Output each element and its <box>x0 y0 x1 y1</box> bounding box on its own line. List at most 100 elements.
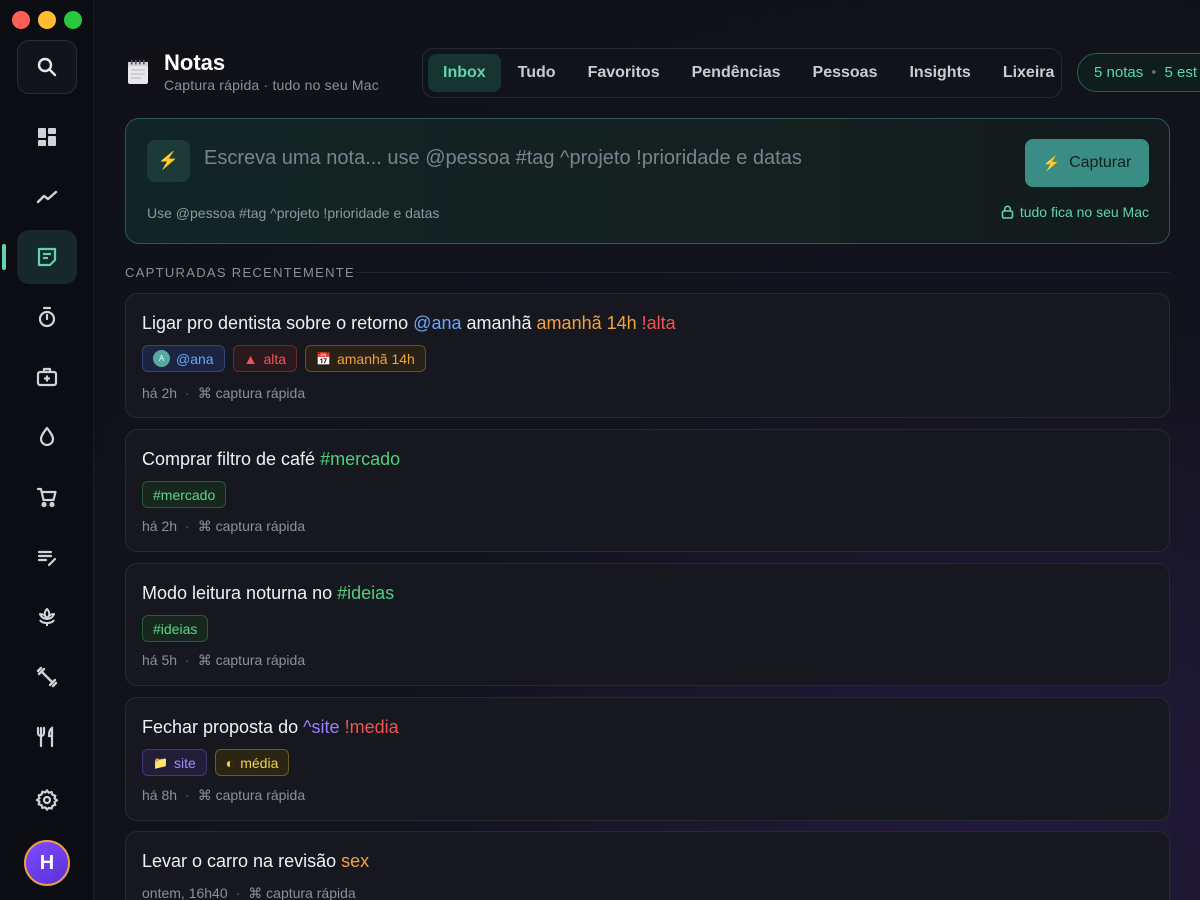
note-title: Fechar proposta do ^site !media <box>142 717 399 738</box>
date-token[interactable]: amanhã 14h <box>537 313 637 333</box>
window-controls <box>12 11 82 29</box>
note-card[interactable]: Ligar pro dentista sobre o retorno @ana … <box>125 293 1170 418</box>
note-meta: ontem, 16h40 · ⌘ captura rápida <box>142 885 356 900</box>
priority-token[interactable]: !alta <box>642 313 676 333</box>
tab-tudo[interactable]: Tudo <box>503 54 571 92</box>
note-text: Modo leitura noturna no <box>142 583 338 603</box>
stopwatch-icon <box>38 306 56 328</box>
note-text: Ligar pro dentista sobre o retorno <box>142 313 414 333</box>
lotus-icon <box>39 608 55 626</box>
sidebar-active-indicator <box>2 244 6 270</box>
note-input[interactable] <box>204 141 1004 175</box>
note-title: Modo leitura noturna no #ideias <box>142 583 394 604</box>
note-time: há 2h <box>142 385 178 401</box>
privacy-note: tudo fica no seu Mac <box>1001 204 1149 220</box>
tab-insights[interactable]: Insights <box>894 54 985 92</box>
note-text: amanhã <box>461 313 537 333</box>
sidebar-item-meals[interactable] <box>17 710 77 764</box>
stats-secondary: 5 est <box>1164 64 1198 81</box>
note-source: ⌘ captura rápida <box>197 385 306 401</box>
chip-label: site <box>173 754 196 771</box>
list-edit-icon <box>37 550 57 567</box>
note-chips: 📁 site ◐ média <box>142 749 290 776</box>
water-drop-icon <box>39 426 55 447</box>
date-chip[interactable]: 📅 amanhã 14h <box>305 345 426 372</box>
note-card[interactable]: Comprar filtro de café #mercado #mercado… <box>125 429 1170 552</box>
note-text: Levar o carro na revisão <box>142 851 342 871</box>
sidebar-item-dashboard[interactable] <box>17 110 77 164</box>
sidebar-item-timer[interactable] <box>17 290 77 344</box>
note-chips: #mercado <box>142 481 227 508</box>
folder-icon: 📁 <box>153 755 168 770</box>
search-icon <box>37 57 57 77</box>
capture-button[interactable]: ⚡ Capturar <box>1025 139 1149 187</box>
note-time: há 8h <box>142 787 178 803</box>
note-title: Comprar filtro de café #mercado <box>142 449 400 470</box>
section-divider <box>357 272 1170 273</box>
note-source: ⌘ captura rápida <box>197 518 306 534</box>
tag-chip[interactable]: #ideias <box>142 615 209 642</box>
tab-pessoas[interactable]: Pessoas <box>798 54 893 92</box>
note-source: ⌘ captura rápida <box>197 652 306 668</box>
note-source: ⌘ captura rápida <box>197 787 306 803</box>
sidebar-item-fitness[interactable] <box>17 650 77 704</box>
note-icon <box>37 247 57 267</box>
note-text: Comprar filtro de café <box>142 449 321 469</box>
note-card[interactable]: Levar o carro na revisão sex ontem, 16h4… <box>125 831 1170 900</box>
note-card[interactable]: Modo leitura noturna no #ideias #ideias … <box>125 563 1170 686</box>
tab-lixeira[interactable]: Lixeira <box>988 54 1070 92</box>
note-time: há 2h <box>142 518 178 534</box>
sidebar-item-lists[interactable] <box>17 530 77 584</box>
tab-bar: Inbox Tudo Favoritos Pendências Pessoas … <box>422 48 1062 98</box>
window-minimize-button[interactable] <box>38 11 56 29</box>
person-token[interactable]: @ana <box>413 313 461 333</box>
sidebar-item-settings[interactable] <box>17 773 77 827</box>
tab-favoritos[interactable]: Favoritos <box>573 54 675 92</box>
window-maximize-button[interactable] <box>64 11 82 29</box>
utensils-icon <box>36 726 54 748</box>
chip-label: alta <box>263 350 287 367</box>
user-avatar[interactable]: H <box>24 840 70 886</box>
tag-token[interactable]: #mercado <box>320 449 400 469</box>
tab-inbox[interactable]: Inbox <box>428 54 501 92</box>
meta-separator: · <box>185 385 190 401</box>
calendar-icon: 📅 <box>316 351 331 366</box>
meta-separator: · <box>235 885 241 900</box>
gear-icon <box>35 788 59 812</box>
person-chip[interactable]: A @ana <box>142 345 225 372</box>
sidebar-item-shopping[interactable] <box>17 470 77 524</box>
notes-count: 5 notas <box>1094 64 1144 81</box>
lock-icon <box>1001 205 1014 219</box>
half-circle-icon: ◐ <box>225 754 235 771</box>
sidebar: H <box>0 0 94 900</box>
lightning-icon: ⚡ <box>1042 154 1061 171</box>
sidebar-item-mindfulness[interactable] <box>17 590 77 644</box>
priority-token[interactable]: !media <box>345 717 399 737</box>
project-token[interactable]: ^site <box>303 717 339 737</box>
sidebar-item-health[interactable] <box>17 350 77 404</box>
tag-chip[interactable]: #mercado <box>142 481 227 508</box>
project-chip[interactable]: 📁 site <box>142 749 207 776</box>
priority-chip[interactable]: ▲ alta <box>232 345 298 372</box>
sidebar-item-water[interactable] <box>17 410 77 464</box>
priority-chip[interactable]: ◐ média <box>214 749 290 776</box>
syntax-hint: Use @pessoa #tag ^projeto !prioridade e … <box>147 205 440 221</box>
note-card[interactable]: Fechar proposta do ^site !media 📁 site ◐… <box>125 697 1170 821</box>
note-title: Ligar pro dentista sobre o retorno @ana … <box>142 313 676 334</box>
note-source: ⌘ captura rápida <box>248 885 356 900</box>
dumbbell-icon <box>36 666 58 688</box>
sidebar-item-notes[interactable] <box>17 230 77 284</box>
warning-icon: ▲ <box>243 350 258 367</box>
sidebar-item-trends[interactable] <box>17 170 77 224</box>
page-subtitle: Captura rápida · tudo no seu Mac <box>164 77 379 93</box>
window-close-button[interactable] <box>12 11 30 29</box>
note-title: Levar o carro na revisão sex <box>142 851 369 872</box>
sidebar-search-button[interactable] <box>17 40 77 94</box>
note-time: ontem, 16h40 <box>142 885 228 900</box>
tag-token[interactable]: #ideias <box>337 583 394 603</box>
cart-icon <box>36 487 57 508</box>
tab-pendencias[interactable]: Pendências <box>677 54 796 92</box>
meta-separator: · <box>185 518 190 534</box>
date-token[interactable]: sex <box>341 851 369 871</box>
stats-pill: 5 notas • 5 est <box>1077 53 1200 92</box>
